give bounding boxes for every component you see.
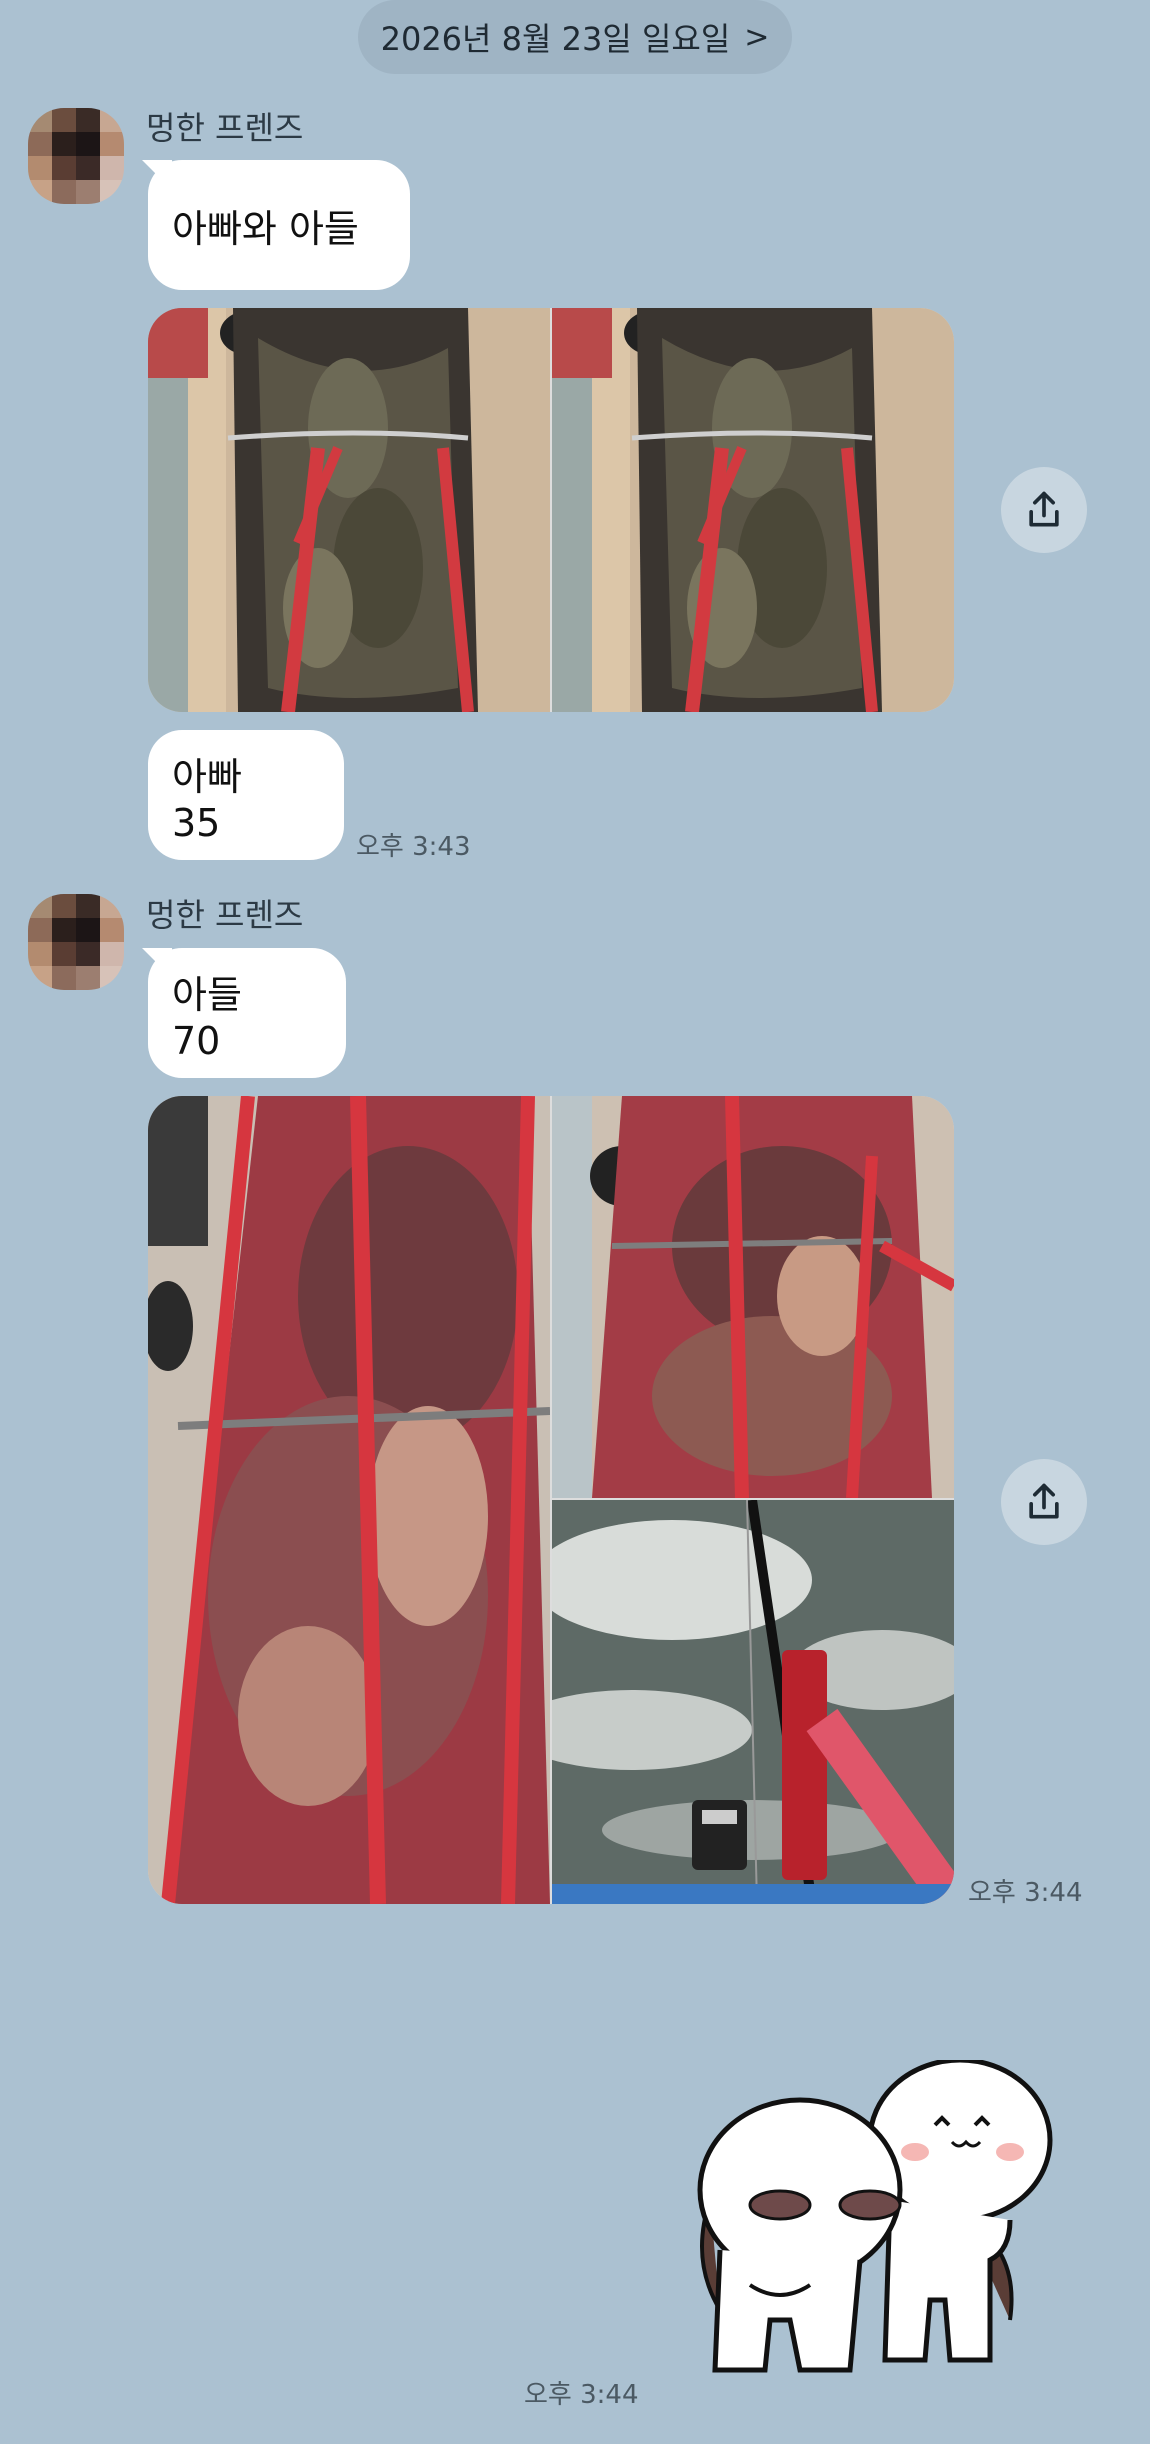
photo-image [148, 308, 550, 712]
photo-grid[interactable] [148, 308, 954, 712]
photo-red-net[interactable] [552, 1096, 954, 1498]
photo-image [552, 1500, 954, 1904]
photo-image [552, 1096, 954, 1498]
photo-fish-net[interactable] [552, 308, 954, 712]
message-time: 오후 3:43 [356, 832, 471, 862]
chevron-right-icon: > [744, 19, 770, 55]
photo-fish-net[interactable] [148, 308, 550, 712]
message-text: 아빠와 아들 [172, 206, 359, 251]
avatar[interactable] [28, 894, 124, 990]
share-button[interactable] [1001, 1459, 1087, 1545]
message-bubble[interactable]: 아빠 35 [148, 730, 344, 860]
share-upload-icon [1029, 1483, 1059, 1519]
date-label: 2026년 8월 23일 일요일 [380, 20, 731, 58]
message-time: 오후 3:44 [524, 2380, 639, 2410]
photo-grid[interactable] [148, 1096, 954, 1904]
photo-red-net[interactable] [148, 1096, 550, 1904]
message-text: 아빠 35 [172, 754, 242, 845]
sticker-image [697, 2057, 1053, 2373]
message-text: 아들 70 [172, 972, 242, 1063]
photo-image [148, 1096, 550, 1904]
photo-fishing-rod[interactable] [552, 1500, 954, 1904]
avatar[interactable] [28, 108, 124, 204]
share-upload-icon [1029, 491, 1059, 527]
message-time: 오후 3:44 [968, 1878, 1083, 1908]
message-bubble[interactable]: 아들 70 [148, 948, 346, 1078]
sender-name: 멍한 프렌즈 [146, 109, 304, 147]
photo-image [552, 308, 954, 712]
date-header-button[interactable]: 2026년 8월 23일 일요일 > [358, 0, 792, 74]
sender-name: 멍한 프렌즈 [146, 896, 304, 934]
message-bubble[interactable]: 아빠와 아들 [148, 160, 410, 290]
sticker-two-friends[interactable] [690, 2057, 1060, 2380]
share-button[interactable] [1001, 467, 1087, 553]
